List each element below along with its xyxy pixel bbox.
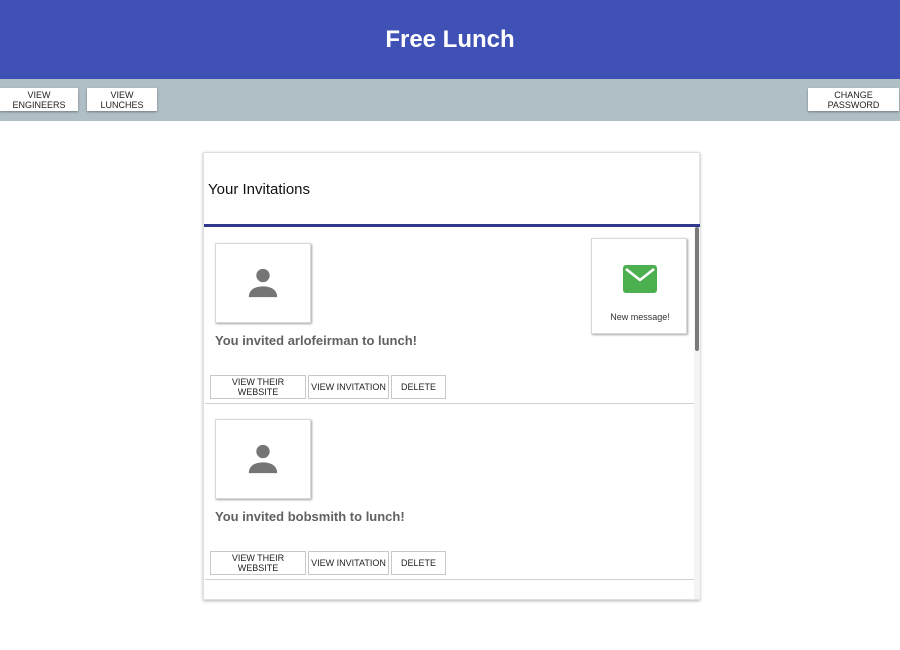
invitation-card: You invited bobsmith to lunch! View thei… — [205, 403, 694, 580]
view-engineers-button[interactable]: View Engineers — [0, 88, 78, 111]
app-header: Free Lunch — [0, 0, 900, 79]
panel-title: Your Invitations — [208, 181, 311, 198]
mail-icon — [623, 265, 657, 293]
view-website-button[interactable]: View their website — [210, 375, 306, 399]
avatar — [215, 243, 311, 323]
invitation-text: You invited arlofeirman to lunch! — [215, 333, 417, 348]
new-message-card[interactable]: New message! — [591, 238, 687, 334]
person-icon — [248, 444, 278, 474]
view-website-button[interactable]: View their website — [210, 551, 306, 575]
change-password-button[interactable]: Change Password — [808, 88, 899, 111]
avatar — [215, 419, 311, 499]
delete-button[interactable]: Delete — [391, 551, 446, 575]
toolbar: View Engineers View Lunches Change Passw… — [0, 79, 900, 121]
invitations-list[interactable]: You invited arlofeirman to lunch! View t… — [204, 227, 700, 599]
invitations-panel: Your Invitations You invited arlofeirman… — [203, 152, 700, 600]
app-title: Free Lunch — [385, 25, 515, 53]
view-invitation-button[interactable]: View invitation — [308, 375, 389, 399]
view-lunches-button[interactable]: View Lunches — [87, 88, 157, 111]
delete-button[interactable]: Delete — [391, 375, 446, 399]
new-message-label: New message! — [610, 312, 670, 322]
scrollbar-thumb[interactable] — [695, 227, 699, 351]
invitation-text: You invited bobsmith to lunch! — [215, 509, 405, 524]
person-icon — [248, 268, 278, 298]
invitation-card: You invited arlofeirman to lunch! View t… — [205, 227, 694, 404]
view-invitation-button[interactable]: View invitation — [308, 551, 389, 575]
